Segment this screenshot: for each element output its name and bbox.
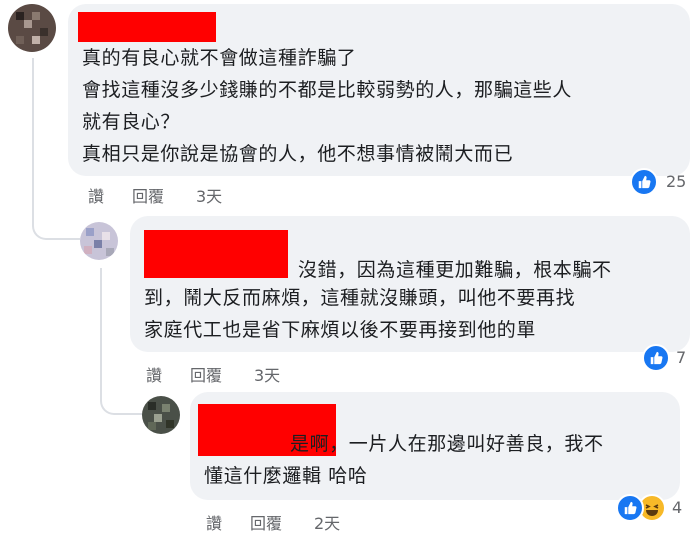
thumbs-up-icon [616,494,644,522]
avatar[interactable] [80,222,118,260]
timestamp[interactable]: 3天 [196,183,222,207]
thumbs-up-icon [630,168,658,196]
avatar[interactable] [8,4,56,52]
comment-actions: 讚 回覆 3天 [146,362,346,385]
comment-bubble: 沒錯，因為這種更加難騙，根本騙不 到，鬧大反而麻煩，這種就沒賺頭，叫他不要再找 … [130,216,690,352]
thumbs-up-icon [642,344,670,372]
redacted-username [78,12,216,42]
comment-text: 真的有良心就不會做這種詐騙了 [82,47,357,69]
comment-text: 是啊，一片人在那邊叫好善良，我不 [290,433,604,455]
comment-text: 沒錯，因為這種更加難騙，根本騙不 [298,259,612,281]
reaction-summary[interactable]: 25 [630,168,692,196]
reaction-summary[interactable]: 4 [616,494,692,522]
comment-text: 家庭代工也是省下麻煩以後不要再接到他的單 [144,319,537,341]
timestamp[interactable]: 2天 [314,510,340,534]
comment-bubble: 真的有良心就不會做這種詐騙了 會找這種沒多少錢賺的不都是比較弱勢的人，那騙這些人… [68,4,690,176]
comment-actions: 讚 回覆 3天 [88,183,288,206]
comment-text: 懂這什麼邏輯 哈哈 [204,465,368,487]
avatar[interactable] [142,396,180,434]
reply-button[interactable]: 回覆 [190,362,222,386]
comment-text: 到，鬧大反而麻煩，這種就沒賺頭，叫他不要再找 [144,287,576,309]
reaction-summary[interactable]: 7 [642,344,692,372]
comment-actions: 讚 回覆 2天 [206,510,406,533]
reply-button[interactable]: 回覆 [250,510,282,534]
redacted-username [144,230,288,278]
like-button[interactable]: 讚 [206,510,222,534]
timestamp[interactable]: 3天 [254,362,280,386]
reply-button[interactable]: 回覆 [132,183,164,207]
like-button[interactable]: 讚 [88,183,104,207]
comment-bubble: 是啊，一片人在那邊叫好善良，我不 懂這什麼邏輯 哈哈 [190,392,680,500]
comment-text: 就有良心？ [82,111,181,133]
comment-text: 會找這種沒多少錢賺的不都是比較弱勢的人，那騙這些人 [82,79,573,101]
reaction-count: 7 [676,348,687,367]
reaction-count: 25 [666,172,687,191]
reaction-count: 4 [672,498,683,517]
like-button[interactable]: 讚 [146,362,162,386]
comment-text: 真相只是你說是協會的人，他不想事情被鬧大而已 [82,143,514,165]
